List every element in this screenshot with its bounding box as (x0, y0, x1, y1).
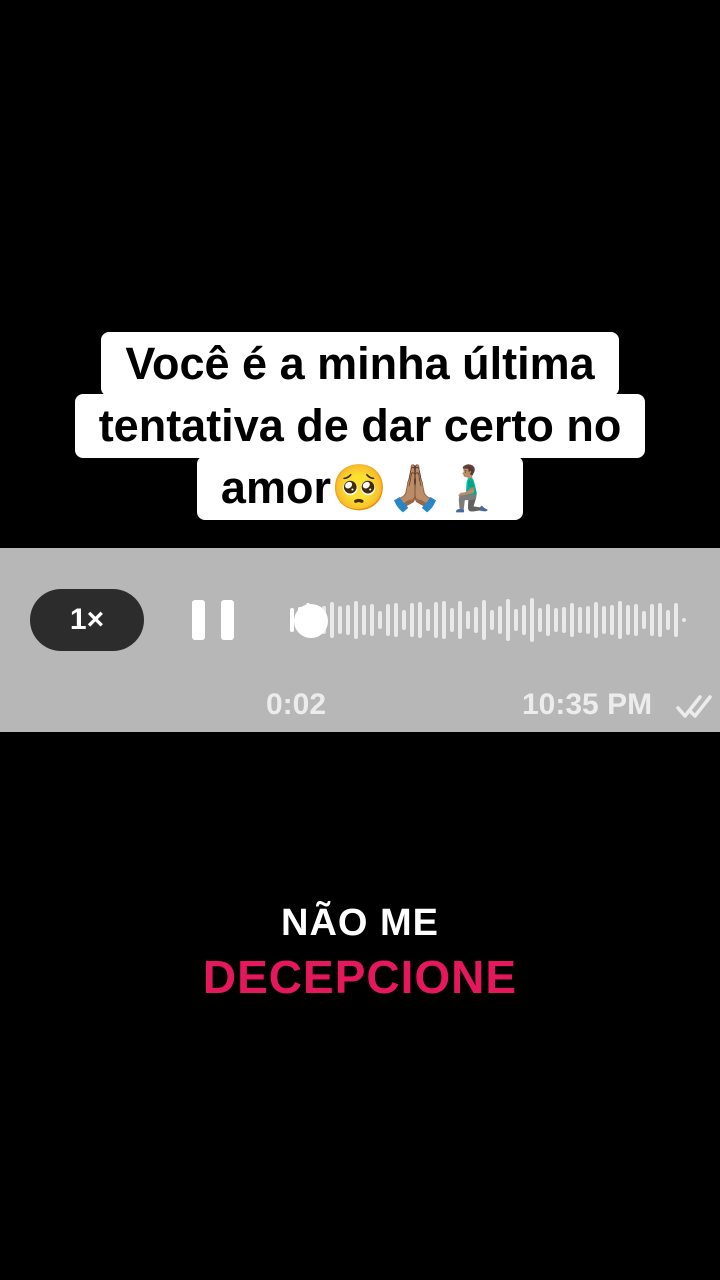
waveform-bar (562, 607, 566, 633)
waveform-bar (490, 610, 494, 630)
waveform-bar (386, 604, 390, 636)
caption-line: Você é a minha última (101, 332, 619, 396)
waveform-bar (330, 602, 334, 638)
waveform-bar (402, 610, 406, 630)
waveform-bar (682, 618, 686, 622)
caption-line: amor🥺🙏🏽🧎🏽‍♂️ (196, 456, 524, 520)
waveform-bar (522, 605, 526, 635)
waveform-bar (666, 610, 670, 630)
waveform-bar (594, 602, 598, 638)
waveform-bar (418, 602, 422, 638)
waveform-bar (586, 606, 590, 634)
waveform-bar (378, 611, 382, 629)
waveform-bar (626, 605, 630, 635)
waveform-bar (474, 607, 478, 633)
voice-message: 1× 0:02 10:35 PM (0, 548, 720, 732)
pause-icon[interactable] (192, 600, 234, 640)
waveform-bar (618, 601, 622, 639)
waveform-bar (450, 608, 454, 632)
waveform-bar (442, 601, 446, 639)
waveform-bar (426, 609, 430, 631)
waveform-bar (506, 599, 510, 641)
waveform-bar (578, 607, 582, 633)
playback-scrubber[interactable] (294, 604, 328, 638)
waveform-bar (394, 603, 398, 637)
elapsed-time: 0:02 (266, 688, 327, 721)
waveform-bar (434, 602, 438, 638)
caption: Você é a minha última tentativa de dar c… (0, 332, 720, 520)
waveform-bar (538, 608, 542, 632)
audio-waveform[interactable] (286, 588, 696, 652)
waveform-bar (610, 605, 614, 635)
waveform-bar (514, 609, 518, 631)
waveform-bar (530, 598, 534, 642)
waveform-bar (354, 601, 358, 639)
waveform-bar (338, 606, 342, 634)
waveform-bar (458, 601, 462, 639)
waveform-bar (498, 606, 502, 634)
waveform-bar (642, 611, 646, 629)
waveform-bar (658, 603, 662, 637)
title-line-1: NÃO ME (281, 902, 439, 944)
waveform-bar (410, 603, 414, 637)
waveform-bar (650, 604, 654, 636)
waveform-bar (634, 604, 638, 636)
waveform-bar (482, 600, 486, 640)
waveform-bar (362, 605, 366, 635)
message-timestamp: 10:35 PM (522, 688, 653, 721)
waveform-bar (370, 604, 374, 636)
waveform-bar (602, 606, 606, 634)
waveform-bar (466, 611, 470, 629)
waveform-bar (546, 604, 550, 636)
title-line-2: DECEPCIONE (202, 951, 518, 1003)
double-check-icon (676, 695, 712, 718)
waveform-bar (674, 603, 678, 637)
caption-line: tentativa de dar certo no (74, 394, 646, 458)
waveform-bar (570, 603, 574, 637)
playback-speed-button[interactable]: 1× (30, 589, 144, 651)
waveform-bar (554, 608, 558, 632)
waveform-bar (346, 605, 350, 635)
